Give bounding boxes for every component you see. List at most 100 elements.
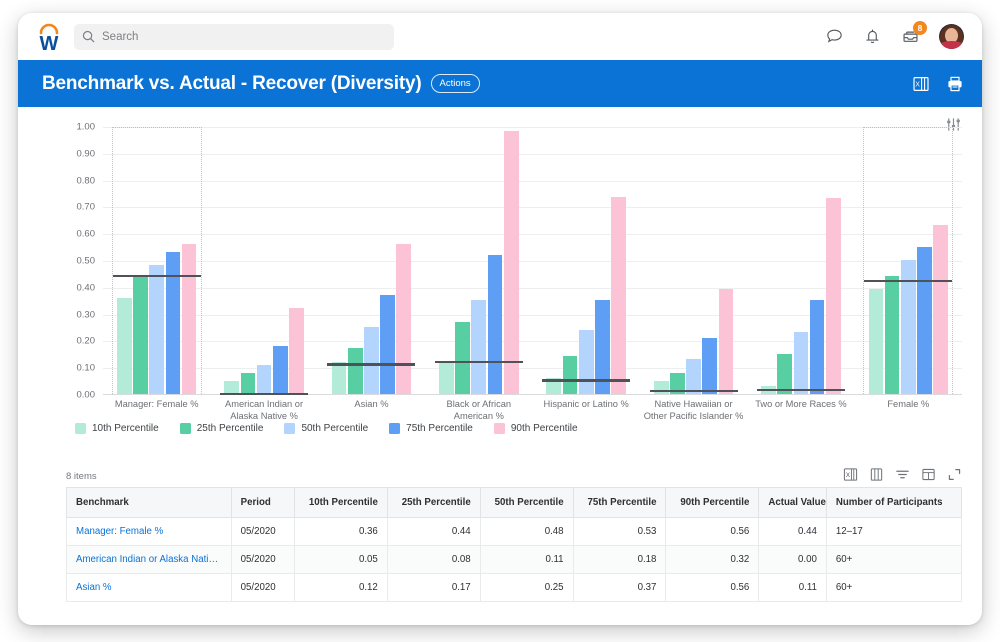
legend-swatch [180,423,191,434]
column-header[interactable]: Number of Participants [826,488,961,518]
print-icon[interactable] [946,75,964,93]
grid-view-icon[interactable] [869,467,884,482]
actual-value-reference-line [864,280,952,282]
column-header[interactable]: Period [231,488,294,518]
bar-group[interactable] [640,127,747,394]
table-cell: 0.17 [387,574,480,602]
bar[interactable] [719,289,734,394]
bar[interactable] [471,300,486,394]
table-cell: 0.37 [573,574,666,602]
bar[interactable] [933,225,948,394]
export-to-excel-icon[interactable]: X [912,75,930,93]
benchmark-link[interactable]: Manager: Female % [67,518,232,546]
table-cell: 60+ [826,546,961,574]
column-header[interactable]: 25th Percentile [387,488,480,518]
bar[interactable] [133,276,148,394]
bar[interactable] [332,362,347,394]
bar-group[interactable] [210,127,317,394]
legend-item[interactable]: 75th Percentile [389,423,473,434]
table-toolbar: X [843,467,962,482]
x-axis-label: American Indian or Alaska Native % [210,399,317,422]
legend-item[interactable]: 25th Percentile [180,423,264,434]
bar[interactable] [869,289,884,394]
bar[interactable] [826,198,841,394]
bar[interactable] [241,373,256,394]
table-body: Manager: Female %05/20200.360.440.480.53… [67,518,962,602]
bar[interactable] [455,322,470,394]
search-input[interactable]: Search [74,24,394,50]
legend-item[interactable]: 10th Percentile [75,423,159,434]
bar[interactable] [182,244,197,394]
bar[interactable] [579,330,594,394]
table-cell: 0.56 [666,574,759,602]
table-cell: 0.00 [759,546,827,574]
bar-group[interactable] [855,127,962,394]
x-axis-labels: Manager: Female %American Indian or Alas… [103,399,962,422]
bar[interactable] [563,356,578,394]
legend-item[interactable]: 90th Percentile [494,423,578,434]
x-axis-label: Manager: Female % [103,399,210,422]
y-axis-tick: 0.90 [77,148,96,159]
column-layout-icon[interactable] [921,467,936,482]
y-axis-tick: 0.70 [77,202,96,213]
column-header[interactable]: 90th Percentile [666,488,759,518]
bar-group[interactable] [425,127,532,394]
bar[interactable] [504,131,519,394]
bar[interactable] [273,346,288,394]
benchmark-link[interactable]: American Indian or Alaska Native % [67,546,232,574]
bar-group[interactable] [533,127,640,394]
bar[interactable] [348,348,363,394]
workday-logo[interactable]: W [34,21,64,53]
export-to-excel-icon[interactable]: X [843,467,858,482]
bar[interactable] [149,265,164,394]
bar-group[interactable] [747,127,854,394]
bar[interactable] [166,252,181,394]
bar-set [332,127,411,394]
bar[interactable] [702,338,717,394]
bar[interactable] [611,197,626,394]
filter-icon[interactable] [895,467,910,482]
bar[interactable] [364,327,379,394]
actions-button[interactable]: Actions [431,74,480,93]
bar[interactable] [439,362,454,394]
inbox-icon[interactable]: 8 [901,27,920,46]
legend-item[interactable]: 50th Percentile [284,423,368,434]
column-header[interactable]: 10th Percentile [294,488,387,518]
bar[interactable] [810,300,825,394]
table-row: American Indian or Alaska Native %05/202… [67,546,962,574]
legend-swatch [494,423,505,434]
expand-icon[interactable] [947,467,962,482]
table-head: BenchmarkPeriod10th Percentile25th Perce… [67,488,962,518]
column-header[interactable]: 75th Percentile [573,488,666,518]
bar[interactable] [380,295,395,394]
bar[interactable] [885,276,900,394]
bar[interactable] [396,244,411,394]
column-header[interactable]: 50th Percentile [480,488,573,518]
bar[interactable] [117,298,132,394]
bar[interactable] [289,308,304,394]
bar-group[interactable] [318,127,425,394]
avatar[interactable] [939,24,964,49]
y-axis-tick: 0.30 [77,309,96,320]
bar[interactable] [794,332,809,394]
bell-icon[interactable] [863,27,882,46]
table-cell: 05/2020 [231,546,294,574]
y-axis-tick: 0.00 [77,390,96,401]
bar-group[interactable] [103,127,210,394]
bar[interactable] [488,255,503,394]
legend-label: 75th Percentile [406,423,473,434]
benchmark-link[interactable]: Asian % [67,574,232,602]
table-row: Asian %05/20200.120.170.250.370.560.1160… [67,574,962,602]
bar[interactable] [917,247,932,394]
y-axis-tick: 0.50 [77,256,96,267]
column-header[interactable]: Actual Value [759,488,827,518]
chat-icon[interactable] [825,27,844,46]
content-area: 0.000.100.200.300.400.500.600.700.800.90… [18,107,982,625]
actual-value-reference-line [542,379,630,381]
bar[interactable] [686,359,701,394]
bar-set [654,127,733,394]
table-cell: 0.56 [666,518,759,546]
bar[interactable] [257,365,272,394]
column-header[interactable]: Benchmark [67,488,232,518]
table-cell: 0.44 [387,518,480,546]
